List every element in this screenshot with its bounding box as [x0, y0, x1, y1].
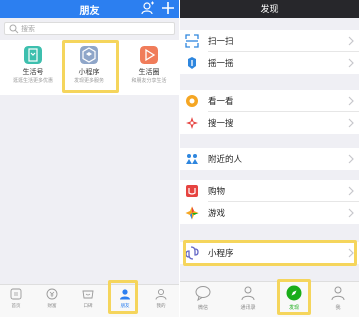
app-name: 生活号	[22, 68, 44, 76]
friends-screen: 朋友 生活号 逛逛生活更多优惠	[0, 0, 179, 317]
row-label: 搜一搜	[208, 119, 234, 129]
tab-label: 我的	[156, 304, 166, 309]
tab-me[interactable]: 我	[320, 285, 356, 315]
tab-label: 首页	[11, 304, 21, 309]
row-top-stories[interactable]: 看一看	[180, 90, 359, 112]
games-icon	[185, 206, 199, 220]
shopping-icon	[186, 185, 198, 197]
discover-screen: 发现 扫一扫 摇一摇 看一看 搜一搜 附近的人 购物 游戏 小程序 微信 通讯录…	[180, 0, 359, 317]
tab-label: 通讯录	[240, 305, 256, 311]
chevron-right-icon	[348, 208, 354, 218]
row-games[interactable]: 游戏	[180, 202, 359, 224]
row-search[interactable]: 搜一搜	[180, 112, 359, 134]
row-people-nearby[interactable]: 附近的人	[180, 148, 359, 170]
person-icon	[155, 288, 167, 300]
search-icon	[9, 24, 19, 34]
contacts-icon	[241, 286, 255, 301]
friends-header: 朋友	[0, 0, 179, 18]
row-label: 附近的人	[208, 155, 243, 165]
search-bar[interactable]	[4, 22, 175, 35]
tab-contacts[interactable]: 通讯录	[230, 285, 266, 315]
app-life-circle[interactable]: 生活圈 和朋友分享生活	[121, 40, 177, 95]
bottom-tab-bar: 首页 财富 口碑 朋友 我的	[0, 284, 179, 317]
top-stories-icon	[186, 95, 198, 107]
tab-koubei[interactable]: 口碑	[73, 287, 103, 315]
people-nearby-icon	[186, 154, 198, 164]
plus-icon[interactable]	[161, 1, 175, 15]
mini-program-highlight	[62, 40, 119, 93]
chevron-right-icon	[348, 36, 354, 46]
chevron-right-icon	[348, 186, 354, 196]
shake-icon	[188, 57, 196, 69]
search-star-icon	[186, 117, 198, 129]
tab-label: 财富	[47, 304, 57, 309]
row-scan[interactable]: 扫一扫	[180, 30, 359, 52]
home-icon	[10, 288, 22, 300]
mini-programs-row-highlight	[183, 240, 357, 266]
page-title: 发现	[260, 5, 279, 15]
app-desc: 和朋友分享生活	[131, 78, 167, 84]
koubei-icon	[82, 290, 94, 299]
app-desc: 逛逛生活更多优惠	[12, 78, 53, 84]
row-shopping[interactable]: 购物	[180, 180, 359, 202]
add-friend-icon[interactable]	[141, 1, 155, 15]
search-input[interactable]	[21, 23, 171, 34]
app-lifestyle-account[interactable]: 生活号 逛逛生活更多优惠	[5, 40, 61, 95]
tab-chats[interactable]: 微信	[185, 285, 221, 315]
tab-label: 口碑	[83, 304, 93, 309]
friends-tab-highlight	[108, 280, 138, 314]
row-label: 看一看	[208, 97, 234, 107]
life-circle-icon	[140, 46, 158, 64]
row-label: 扫一扫	[208, 37, 234, 47]
chevron-right-icon	[348, 58, 354, 68]
row-shake[interactable]: 摇一摇	[180, 52, 359, 74]
discover-tab-highlight	[277, 279, 311, 315]
tab-mine[interactable]: 我的	[146, 287, 176, 315]
scan-icon	[185, 34, 199, 48]
chat-bubble-icon	[195, 286, 211, 301]
tab-label: 我	[335, 305, 341, 311]
person-icon	[331, 286, 345, 301]
chevron-right-icon	[348, 96, 354, 106]
chevron-right-icon	[348, 118, 354, 128]
tab-label: 微信	[197, 305, 208, 311]
row-label: 摇一摇	[208, 59, 234, 69]
tab-home[interactable]: 首页	[1, 287, 31, 315]
app-name: 生活圈	[138, 68, 160, 76]
bottom-tab-bar: 微信 通讯录 发现 我	[180, 281, 359, 317]
chevron-right-icon	[348, 154, 354, 164]
row-label: 购物	[208, 187, 226, 197]
discover-header: 发现	[180, 0, 359, 18]
tab-wealth[interactable]: 财富	[37, 287, 67, 315]
row-label: 游戏	[208, 209, 226, 219]
wealth-icon	[46, 288, 58, 300]
lifestyle-account-icon	[24, 46, 42, 64]
